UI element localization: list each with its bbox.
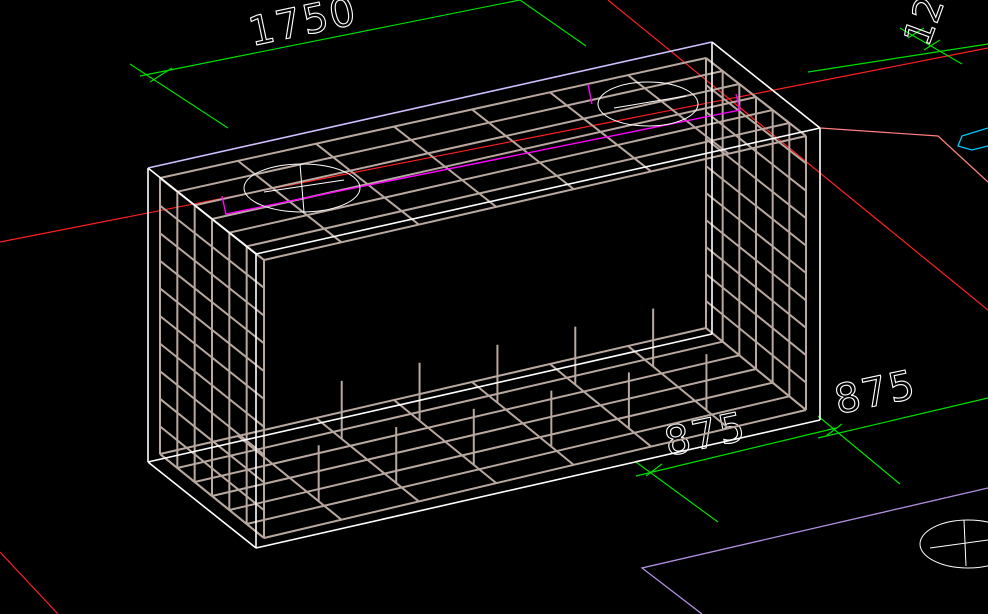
box-top-back-edge — [147, 41, 713, 169]
hole-symbol-left — [243, 163, 361, 213]
isometric-rebar-cage-drawing[interactable]: 1750 125 875 875 — [0, 0, 988, 614]
rebar-top-mat-bar — [194, 83, 740, 207]
dimension-label-875-right: 875 — [831, 362, 921, 424]
circle-symbol-bottom-right — [919, 519, 988, 569]
rebar-bottom-mat-bar — [194, 354, 740, 483]
rebar-mesh — [159, 57, 807, 539]
rebar-top-mat-bar — [229, 109, 773, 234]
cad-viewport[interactable]: 1750 125 875 875 — [0, 0, 988, 614]
dimension-label-1750: 1750 — [245, 0, 362, 56]
dimension-label-125: 125 — [895, 0, 961, 51]
cyan-marker — [957, 127, 988, 151]
lavender-outline — [640, 487, 988, 614]
